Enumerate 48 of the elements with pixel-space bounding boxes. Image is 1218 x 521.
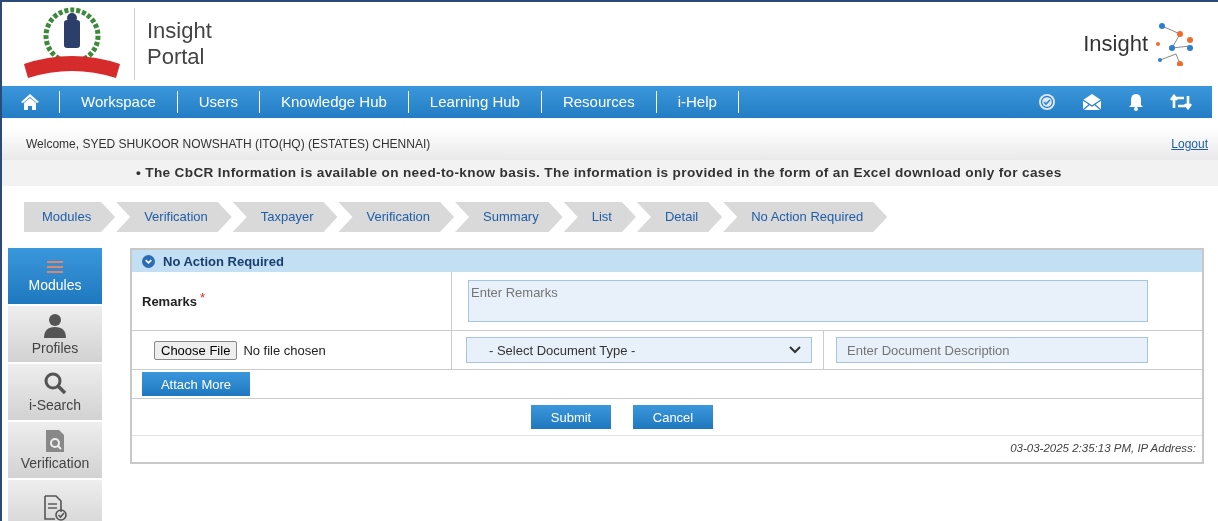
breadcrumb-item[interactable]: Detail — [636, 202, 723, 232]
envelope-icon[interactable] — [1082, 93, 1102, 111]
breadcrumb-item[interactable]: Modules — [24, 202, 116, 232]
form-action-button[interactable]: Submit — [531, 405, 611, 429]
menu-icon — [46, 259, 64, 275]
attach-more-button[interactable]: Attach More — [142, 372, 250, 396]
sidebar-item[interactable]: Verification — [8, 422, 102, 478]
check-circle-icon[interactable] — [1038, 93, 1056, 111]
remarks-field[interactable]: Enter Remarks — [468, 280, 1148, 322]
welcome-text: Welcome, SYED SHUKOOR NOWSHATH (ITO(HQ) (ESTATES) CHENNAI) — [26, 137, 431, 151]
breadcrumb-item[interactable]: Verification — [116, 202, 232, 232]
search-icon — [43, 371, 67, 395]
brand-name: Insight — [1083, 31, 1148, 57]
breadcrumb-item[interactable]: List — [563, 202, 636, 232]
sidebar-item[interactable]: i-Search — [8, 364, 102, 420]
bell-icon[interactable] — [1128, 93, 1144, 111]
required-mark: * — [199, 289, 205, 305]
portal-title: Insight Portal — [147, 18, 212, 70]
document-check-icon — [43, 495, 67, 521]
nav-menu-item[interactable]: Workspace — [60, 91, 178, 113]
choose-file-button[interactable]: Choose File — [154, 340, 238, 360]
breadcrumb-item[interactable]: No Action Required — [723, 202, 888, 232]
nav-menu-item[interactable]: Knowledge Hub — [259, 91, 409, 113]
sidebar-item[interactable]: Modules — [8, 248, 102, 304]
remarks-label: Remarks — [142, 293, 197, 309]
breadcrumb-item[interactable]: Taxpayer — [232, 202, 338, 232]
caret-icon — [789, 346, 801, 354]
form-action-button[interactable]: Cancel — [633, 405, 713, 429]
sidebar-item[interactable]: Profiles — [8, 306, 102, 362]
sidebar-item[interactable] — [8, 480, 102, 521]
logout-link[interactable]: Logout — [1171, 137, 1208, 151]
nav-menu-item[interactable]: Users — [177, 91, 260, 113]
timestamp-text: 03-03-2025 2:35:13 PM, IP Address: — [1009, 441, 1197, 456]
notice-text: • The CbCR Information is available on need-to-know basis. The information is provided in the form of an Excel download only for cases — [2, 160, 1218, 186]
network-logo-icon — [1154, 22, 1196, 66]
nav-menu-item[interactable]: Resources — [541, 91, 657, 113]
document-type-dropdown[interactable]: - Select Document Type - — [466, 337, 812, 363]
nav-menu-item[interactable]: i-Help — [656, 91, 739, 113]
nav-menu-item[interactable]: Learning Hub — [408, 91, 542, 113]
panel-title: No Action Required — [163, 253, 284, 269]
panel-header[interactable]: No Action Required — [132, 250, 1202, 272]
file-status: No file chosen — [243, 342, 326, 358]
repeat-arrows-icon[interactable] — [1170, 94, 1192, 110]
person-icon — [42, 312, 68, 338]
document-description-field[interactable]: Enter Document Description — [836, 337, 1148, 363]
breadcrumb-item[interactable]: Verification — [338, 202, 455, 232]
breadcrumb-item[interactable]: Summary — [455, 202, 563, 232]
document-search-icon — [44, 429, 66, 453]
